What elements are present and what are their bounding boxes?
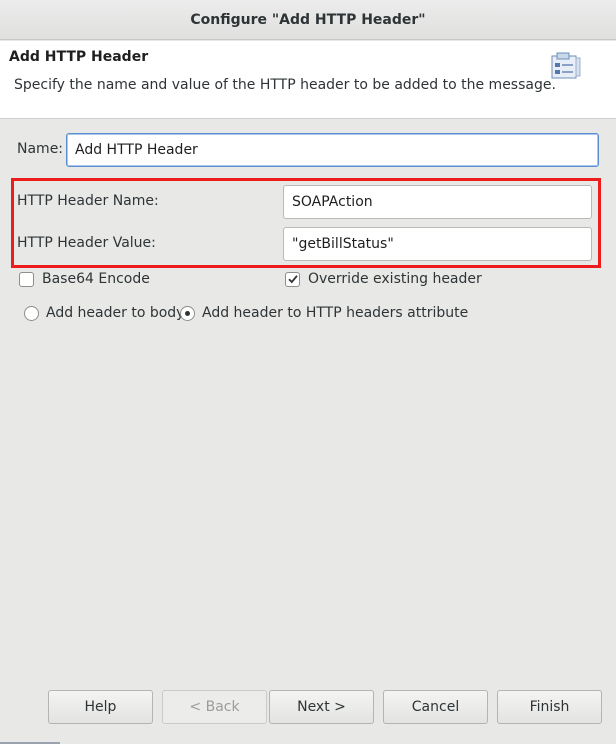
- window-titlebar: Configure "Add HTTP Header": [0, 0, 616, 40]
- radio-add-header-to-attribute[interactable]: Add header to HTTP headers attribute: [180, 305, 468, 321]
- radio-add-header-to-attribute-label: Add header to HTTP headers attribute: [202, 305, 469, 321]
- cancel-button[interactable]: Cancel: [383, 690, 488, 724]
- http-header-value-input[interactable]: "getBillStatus": [283, 227, 592, 261]
- http-header-value-label: HTTP Header Value:: [17, 235, 156, 251]
- checkbox-unchecked-icon: [19, 271, 34, 287]
- http-header-name-input[interactable]: SOAPAction: [283, 185, 592, 219]
- radio-add-header-to-body[interactable]: Add header to body: [24, 305, 184, 321]
- checkmark-icon: [285, 271, 300, 287]
- window-title: Configure "Add HTTP Header": [190, 11, 426, 28]
- clipboard-list-icon: [551, 52, 581, 79]
- base64-encode-checkbox[interactable]: Base64 Encode: [19, 271, 150, 287]
- page-description: Specify the name and value of the HTTP h…: [14, 77, 556, 93]
- radio-unselected-icon: [24, 305, 39, 321]
- override-existing-header-label: Override existing header: [308, 271, 482, 287]
- finish-button[interactable]: Finish: [497, 690, 602, 724]
- back-button[interactable]: < Back: [162, 690, 267, 724]
- wizard-header: Add HTTP Header Specify the name and val…: [0, 41, 616, 119]
- page-title: Add HTTP Header: [9, 49, 149, 65]
- override-existing-header-checkbox[interactable]: Override existing header: [285, 271, 482, 287]
- name-input[interactable]: Add HTTP Header: [66, 133, 599, 167]
- help-button[interactable]: Help: [48, 690, 153, 724]
- next-button[interactable]: Next >: [269, 690, 374, 724]
- radio-add-header-to-body-label: Add header to body: [46, 305, 185, 321]
- base64-encode-label: Base64 Encode: [42, 271, 150, 287]
- http-header-name-label: HTTP Header Name:: [17, 193, 159, 209]
- radio-selected-icon: [180, 305, 195, 321]
- name-label: Name:: [17, 141, 64, 157]
